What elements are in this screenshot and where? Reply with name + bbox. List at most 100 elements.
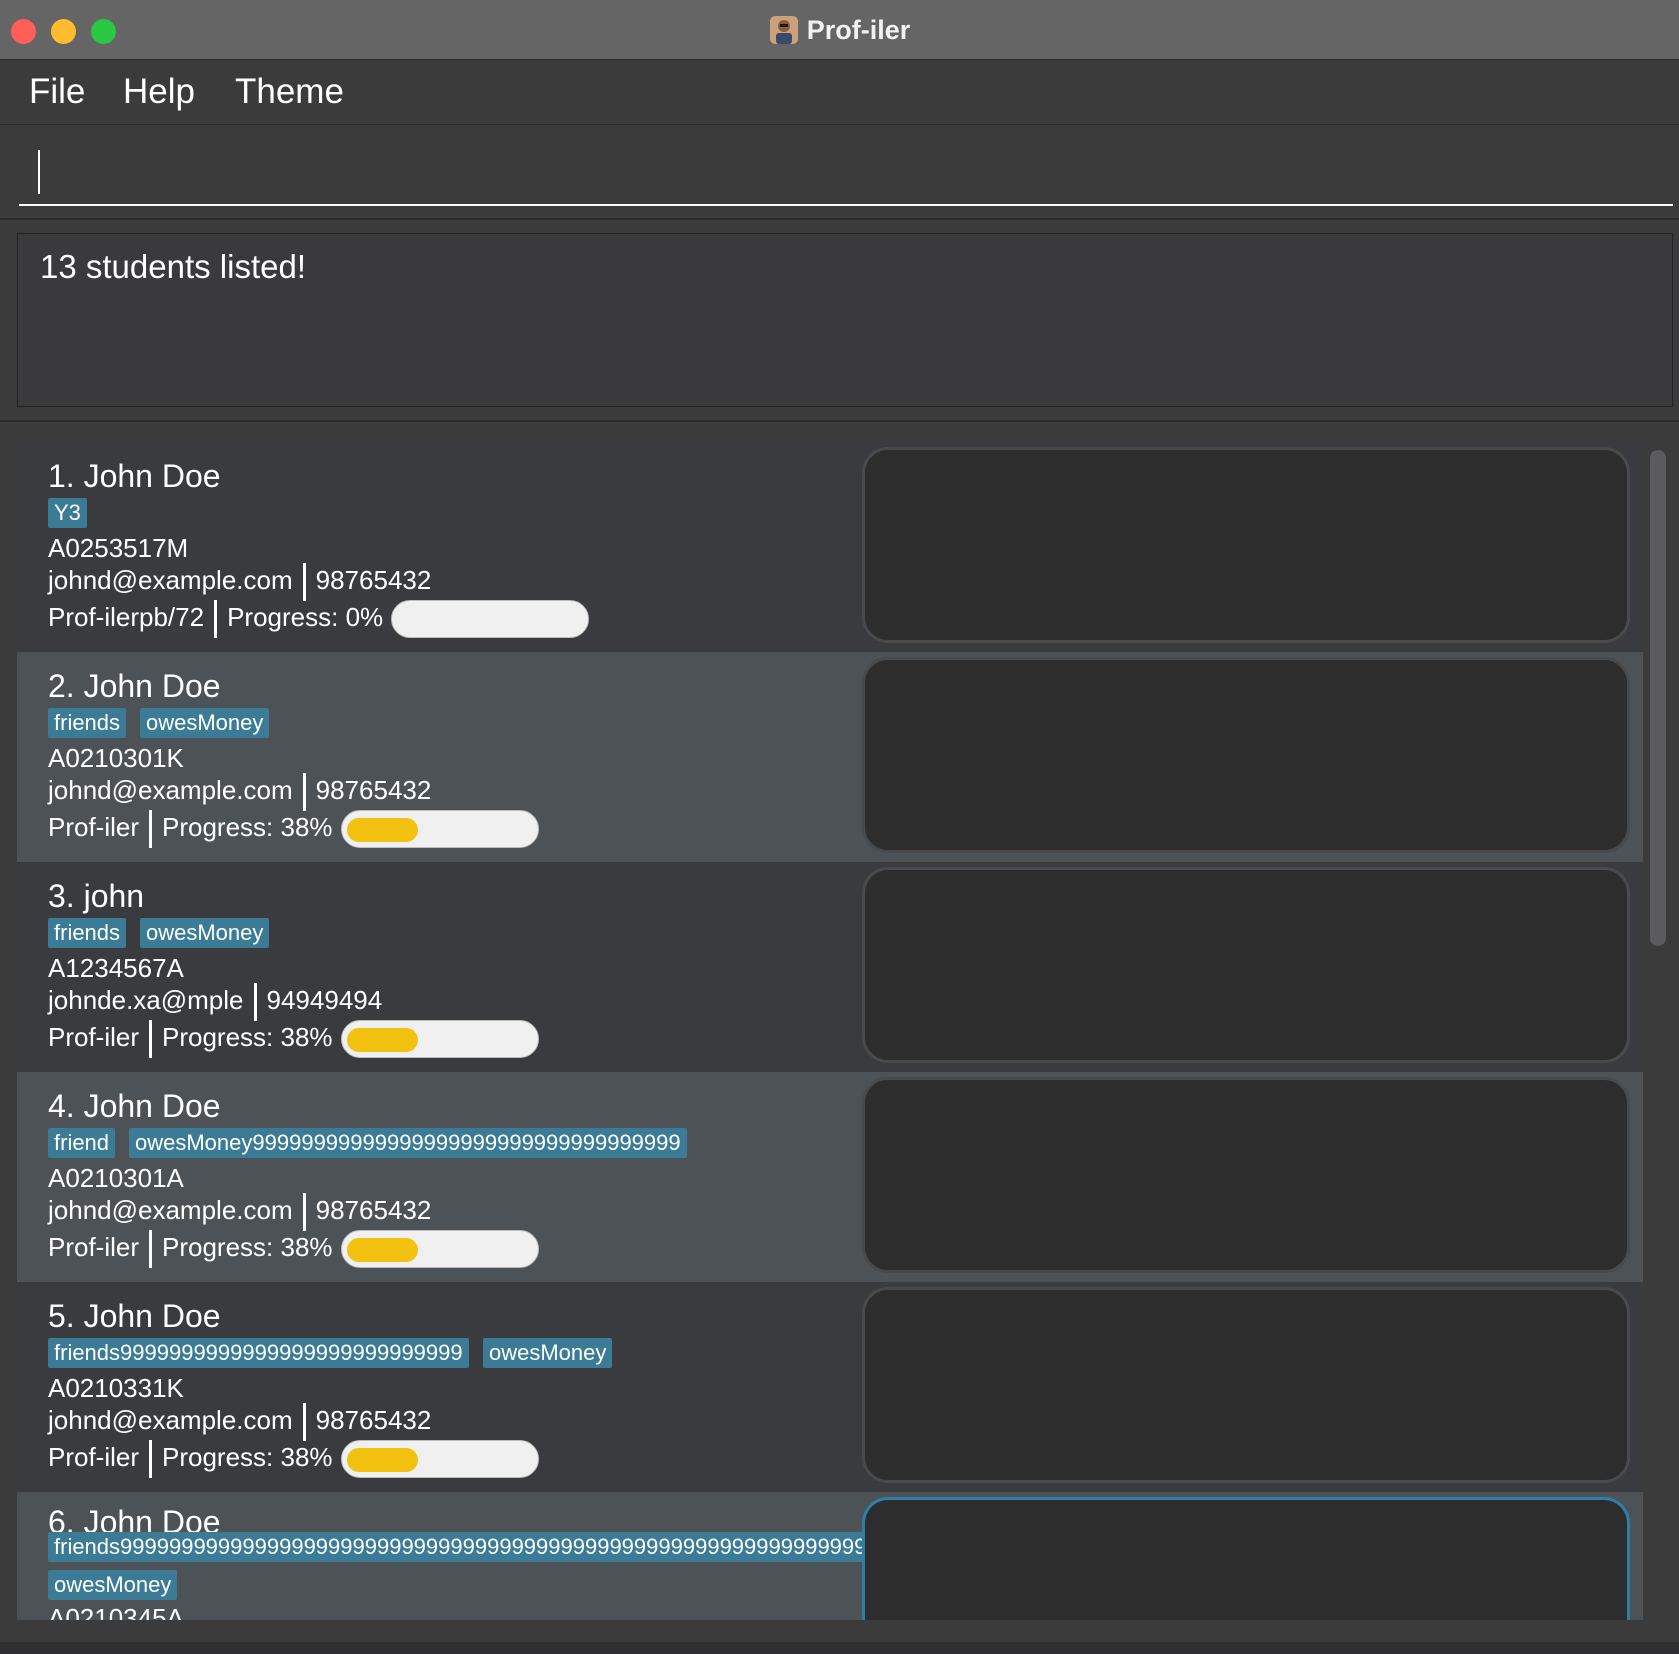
tag: Y3 — [48, 498, 87, 528]
student-phone: 98765432 — [315, 565, 432, 595]
window-title: Prof-iler — [806, 15, 911, 45]
student-id: A0210331K — [48, 1373, 184, 1403]
student-detail-panel[interactable] — [862, 1497, 1630, 1620]
student-list[interactable]: 1. John Doe Y3 A0253517M johnd@example.c… — [17, 442, 1643, 1620]
repo-progress-line: Prof-iler Progress: 38% — [48, 1439, 539, 1479]
divider — [149, 810, 153, 849]
student-repo: Prof-iler — [48, 1022, 140, 1052]
student-email: johnd@example.com — [48, 1195, 293, 1225]
status-bar — [0, 1642, 1679, 1654]
tag: owesMoney — [140, 708, 270, 738]
tag: owesMoney — [48, 1570, 178, 1600]
student-card[interactable]: 3. john friends owesMoney A1234567A john… — [17, 862, 1643, 1072]
progress-fill — [346, 1448, 418, 1473]
student-email: johnd@example.com — [48, 565, 293, 595]
student-repo: Prof-iler — [48, 812, 140, 842]
tag: friends — [48, 708, 127, 738]
divider — [149, 1230, 153, 1269]
student-list-area: 1. John Doe Y3 A0253517M johnd@example.c… — [0, 422, 1679, 1644]
progress-fill — [346, 818, 418, 843]
student-phone: 94949494 — [266, 985, 383, 1015]
repo-progress-line: Prof-iler Progress: 38% — [48, 1019, 539, 1059]
app-window: Prof-iler File Help Theme 13 students li… — [0, 0, 1679, 1654]
student-detail-panel[interactable] — [862, 1077, 1630, 1273]
progress-label: Progress: 38% — [162, 1442, 333, 1472]
progress-fill — [346, 1238, 418, 1263]
student-card[interactable]: 1. John Doe Y3 A0253517M johnd@example.c… — [17, 442, 1643, 652]
progress-label: Progress: 38% — [162, 1022, 333, 1052]
tag: friends9999999999999999999999999999 — [48, 1338, 469, 1368]
tag: friends — [48, 918, 127, 948]
student-phone: 98765432 — [315, 1195, 432, 1225]
student-name: 5. John Doe — [48, 1298, 221, 1334]
divider — [253, 983, 257, 1022]
divider — [149, 1020, 153, 1059]
menu-theme[interactable]: Theme — [235, 70, 344, 114]
student-email: johnde.xa@mple — [48, 985, 244, 1015]
result-display[interactable]: 13 students listed! — [17, 233, 1673, 407]
progress-label: Progress: 0% — [227, 602, 384, 632]
progress-bar — [340, 1230, 539, 1269]
result-message: 13 students listed! — [40, 248, 306, 285]
divider — [302, 563, 306, 602]
result-display-area: 13 students listed! — [0, 220, 1679, 422]
student-detail-panel[interactable] — [862, 657, 1630, 853]
student-id: A0210301A — [48, 1163, 184, 1193]
student-repo: Prof-iler — [48, 1232, 140, 1262]
contact-line: johnd@example.com 98765432 — [48, 1402, 432, 1442]
progress-bar — [340, 810, 539, 849]
progress-bar — [340, 1440, 539, 1479]
divider — [149, 1440, 153, 1479]
student-name: 3. john — [48, 878, 145, 914]
tag: owesMoney9999999999999999999999999999999… — [129, 1128, 687, 1158]
menu-bar: File Help Theme — [0, 60, 1679, 125]
student-repo: Prof-ilerpb/72 — [48, 602, 205, 632]
divider — [214, 600, 218, 639]
list-scrollbar[interactable] — [1648, 442, 1670, 1620]
contact-line: johnd@example.com 98765432 — [48, 772, 432, 812]
student-phone: 98765432 — [315, 775, 432, 805]
divider — [302, 1193, 306, 1232]
student-name: 1. John Doe — [48, 458, 221, 494]
text-caret — [38, 150, 40, 194]
scrollbar-thumb[interactable] — [1650, 450, 1666, 946]
profile-avatar-icon — [769, 15, 799, 45]
divider — [302, 1403, 306, 1442]
student-detail-panel[interactable] — [862, 867, 1630, 1063]
student-card[interactable]: 6. John Doe friends999999999999999999999… — [17, 1492, 1643, 1620]
student-id: A1234567A — [48, 953, 184, 983]
tag: friends999999999999999999999999999999999… — [48, 1532, 868, 1562]
progress-bar — [391, 600, 590, 639]
student-id: A0253517M — [48, 533, 189, 563]
student-card[interactable]: 4. John Doe friend owesMoney999999999999… — [17, 1072, 1643, 1282]
progress-bar — [340, 1020, 539, 1059]
progress-label: Progress: 38% — [162, 812, 333, 842]
tag: owesMoney — [483, 1338, 613, 1368]
repo-progress-line: Prof-ilerpb/72 Progress: 0% — [48, 599, 590, 639]
progress-fill — [346, 1028, 418, 1053]
progress-label: Progress: 38% — [162, 1232, 333, 1262]
student-id: A0210301K — [48, 743, 184, 773]
window-title-group: Prof-iler — [0, 12, 1679, 48]
student-card[interactable]: 5. John Doe friends999999999999999999999… — [17, 1282, 1643, 1492]
repo-progress-line: Prof-iler Progress: 38% — [48, 1229, 539, 1269]
command-input[interactable] — [19, 142, 1673, 206]
student-email: johnd@example.com — [48, 1405, 293, 1435]
student-detail-panel[interactable] — [862, 1287, 1630, 1483]
student-detail-panel[interactable] — [862, 447, 1630, 643]
contact-line: johnd@example.com 98765432 — [48, 562, 432, 602]
menu-help[interactable]: Help — [123, 70, 195, 114]
student-email: johnd@example.com — [48, 775, 293, 805]
command-box-area — [0, 125, 1679, 220]
menu-file[interactable]: File — [29, 70, 85, 114]
student-id: A0210345A — [48, 1603, 184, 1620]
repo-progress-line: Prof-iler Progress: 38% — [48, 809, 539, 849]
tag: friend — [48, 1128, 116, 1158]
student-name: 2. John Doe — [48, 668, 221, 704]
contact-line: johnd@example.com 98765432 — [48, 1192, 432, 1232]
student-phone: 98765432 — [315, 1405, 432, 1435]
title-bar: Prof-iler — [0, 0, 1679, 60]
divider — [302, 773, 306, 812]
tag: owesMoney — [140, 918, 270, 948]
student-card[interactable]: 2. John Doe friends owesMoney A0210301K … — [17, 652, 1643, 862]
